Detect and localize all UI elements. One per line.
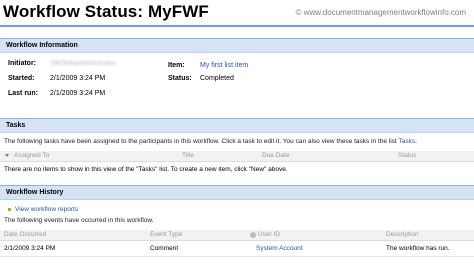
- item-label: Item:: [168, 62, 185, 69]
- history-user-link[interactable]: System Account: [256, 245, 303, 252]
- history-date: 2/1/2009 3:24 PM: [4, 245, 56, 252]
- initiator-value: VM2K8\administrator: [50, 60, 117, 67]
- bullet-icon: [8, 207, 11, 211]
- watermark: © www.documentmanagementworkflowinfo.com: [295, 8, 466, 17]
- last-run-label: Last run:: [8, 90, 38, 97]
- tasks-header: Tasks: [0, 118, 474, 133]
- tasks-column-header-row: Assigned To Title Due Date Status: [0, 151, 474, 162]
- title-divider: [0, 25, 474, 27]
- tasks-column-status[interactable]: Status: [398, 152, 416, 159]
- user-icon: [250, 232, 256, 238]
- status-label: Status:: [168, 75, 192, 82]
- history-description: The following events have occurred in th…: [4, 217, 154, 224]
- history-event-type: Comment: [150, 245, 179, 252]
- tasks-description-text: The following tasks have been assigned t…: [4, 138, 397, 145]
- view-workflow-reports-label: View workflow reports: [15, 206, 79, 213]
- history-column-header-row: Date Occurred Event Type User ID Descrip…: [0, 230, 474, 241]
- status-value: Completed: [200, 75, 234, 82]
- workflow-information-header: Workflow Information: [0, 38, 474, 53]
- tasks-column-due-date[interactable]: Due Date: [262, 152, 289, 159]
- history-column-date-occurred[interactable]: Date Occurred: [4, 231, 46, 238]
- history-column-event-type[interactable]: Event Type: [150, 231, 182, 238]
- tasks-description-suffix: .: [415, 138, 417, 145]
- history-bottom-rule: [0, 256, 474, 257]
- started-value: 2/1/2009 3:24 PM: [50, 75, 106, 82]
- workflow-history-header: Workflow History: [0, 185, 474, 200]
- page-title: Workflow Status: MyFWF: [3, 2, 209, 21]
- history-column-description[interactable]: Description: [386, 231, 419, 238]
- sort-arrow-icon: [5, 154, 9, 157]
- tasks-description: The following tasks have been assigned t…: [4, 138, 417, 145]
- item-link[interactable]: My first list item: [200, 62, 248, 69]
- tasks-list-link[interactable]: Tasks: [398, 138, 415, 145]
- title-bar: Workflow Status: MyFWF © www.documentman…: [0, 0, 474, 24]
- started-label: Started:: [8, 75, 35, 82]
- initiator-label: Initiator:: [8, 60, 36, 67]
- tasks-column-title[interactable]: Title: [182, 152, 194, 159]
- history-description-cell: The workflow has run.: [386, 245, 450, 252]
- tasks-empty-message: There are no items to show in this view …: [4, 166, 288, 173]
- last-run-value: 2/1/2009 3:24 PM: [50, 90, 106, 97]
- view-workflow-reports-link[interactable]: View workflow reports: [8, 206, 78, 213]
- history-column-user-id[interactable]: User ID: [258, 231, 280, 238]
- tasks-column-assigned-to[interactable]: Assigned To: [14, 152, 49, 159]
